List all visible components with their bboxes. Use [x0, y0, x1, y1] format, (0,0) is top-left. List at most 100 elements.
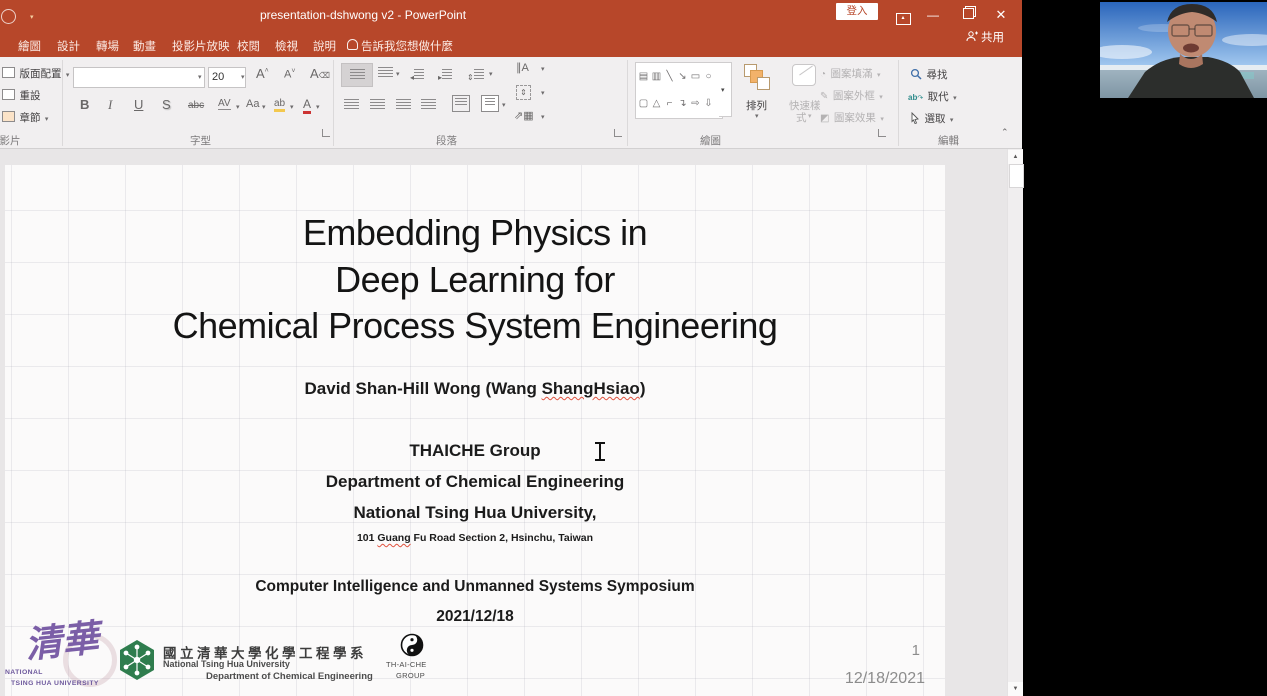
tab-draw[interactable]: 繪圖	[18, 38, 41, 54]
quick-access-toolbar-caret-icon[interactable]: ▾	[30, 13, 34, 21]
search-icon	[910, 68, 922, 80]
font-size-caret-icon[interactable]: ▾	[241, 73, 245, 81]
arrow-line-shape-icon[interactable]: ↘	[676, 64, 689, 89]
tab-design[interactable]: 設計	[57, 38, 80, 54]
font-name-combo[interactable]	[73, 67, 205, 88]
line-spacing-button[interactable]: ⇕	[467, 67, 484, 85]
reset-button[interactable]: 重設	[2, 86, 40, 104]
signin-button[interactable]: 登入	[836, 3, 878, 20]
scroll-up-button[interactable]: ▲	[1008, 150, 1023, 164]
grow-font-button[interactable]: A˄	[256, 66, 269, 81]
tab-view[interactable]: 檢視	[275, 38, 298, 54]
font-name-caret-icon[interactable]: ▾	[198, 73, 202, 81]
underline-button[interactable]: U	[134, 97, 143, 112]
section-button[interactable]: 章節 ▾	[2, 108, 48, 126]
justify-button[interactable]	[421, 99, 436, 110]
italic-button[interactable]: I	[108, 97, 112, 113]
line-spacing-caret-icon[interactable]: ▾	[489, 70, 493, 78]
text-direction-button[interactable]: ∥A	[516, 61, 529, 74]
ribbon-display-options-button[interactable]: ▴	[890, 4, 916, 26]
scroll-down-button[interactable]: ▼	[1008, 682, 1023, 696]
nthu-logo[interactable]: 清華 NATIONAL TSING HUA UNIVERSITY	[5, 623, 115, 696]
shapes-gallery-more-button[interactable]: ▾	[719, 62, 732, 117]
font-dialog-launcher[interactable]	[322, 129, 330, 137]
shape-effects-button[interactable]: ◩ 圖案效果 ▾	[820, 108, 884, 126]
tab-help[interactable]: 說明	[313, 38, 336, 54]
align-right-button[interactable]	[396, 99, 411, 110]
department-logo[interactable]: 國立清華大學化學工程學系 National Tsing Hua Universi…	[115, 635, 365, 690]
bold-button[interactable]: B	[80, 97, 89, 112]
oval-shape-icon[interactable]: ○	[702, 64, 715, 89]
highlight-color-button[interactable]: ab	[274, 98, 285, 112]
address-line[interactable]: 101 Guang Fu Road Section 2, Hsinchu, Ta…	[5, 532, 945, 544]
arrange-button[interactable]: 排列 ▾	[738, 62, 780, 126]
align-left-button[interactable]	[344, 99, 359, 110]
add-remove-columns-button[interactable]	[481, 95, 499, 112]
find-button[interactable]: 尋找	[910, 65, 947, 83]
rectangle-shape-icon[interactable]: ▭	[689, 64, 702, 89]
strikethrough-button[interactable]: abc	[188, 100, 204, 111]
replace-button[interactable]: ab↷ 取代 ▾	[908, 87, 957, 105]
font-color-caret-icon[interactable]: ▾	[316, 103, 320, 111]
elbow-arrow-shape-icon[interactable]: ↴	[676, 91, 689, 116]
columns-button[interactable]	[452, 95, 470, 112]
convert-smartart-button[interactable]: ⇗▦	[514, 109, 534, 122]
align-text-button[interactable]: ⇕	[516, 85, 531, 100]
font-color-button[interactable]: A	[303, 97, 311, 114]
numbering-button[interactable]	[378, 67, 393, 78]
text-shadow-button[interactable]: S	[162, 97, 171, 112]
character-spacing-caret-icon[interactable]: ▾	[236, 103, 240, 111]
numbering-caret-icon[interactable]: ▾	[396, 70, 400, 78]
shape-outline-button[interactable]: ✎ 圖案外框 ▾	[820, 86, 883, 104]
highlight-caret-icon[interactable]: ▾	[290, 103, 294, 111]
tab-animations[interactable]: 動畫	[133, 38, 156, 54]
molecule-hexagon-icon	[117, 638, 157, 682]
tab-review[interactable]: 校閱	[237, 38, 260, 54]
vertical-textbox-shape-icon[interactable]: ▥	[650, 64, 663, 89]
align-center-button[interactable]	[370, 99, 385, 110]
author-line[interactable]: David Shan-Hill Wong (Wang ShangHsiao)	[5, 379, 945, 399]
share-button[interactable]: 共用	[981, 29, 1004, 45]
drawing-dialog-launcher[interactable]	[878, 129, 886, 137]
columns-caret-icon[interactable]: ▾	[502, 101, 506, 109]
right-arrow-shape-icon[interactable]: ⇨	[689, 91, 702, 116]
vertical-scrollbar[interactable]: ▲ ▼	[1007, 149, 1023, 696]
text-direction-caret-icon[interactable]: ▾	[541, 65, 545, 73]
slide-title-textbox[interactable]: Embedding Physics in Deep Learning for C…	[5, 210, 945, 350]
tab-transitions[interactable]: 轉場	[96, 38, 119, 54]
line-shape-icon[interactable]: ╲	[663, 64, 676, 89]
textbox-shape-icon[interactable]: ▤	[637, 64, 650, 89]
scrollbar-thumb[interactable]	[1009, 164, 1024, 188]
bullets-button[interactable]	[341, 63, 373, 87]
clear-formatting-button[interactable]: A⌫	[310, 66, 330, 81]
increase-indent-button[interactable]: ▸	[438, 67, 452, 85]
change-case-caret-icon[interactable]: ▾	[262, 103, 266, 111]
character-spacing-button[interactable]: AV	[218, 98, 231, 110]
smartart-caret-icon[interactable]: ▾	[541, 113, 545, 121]
group-line[interactable]: THAICHE Group	[5, 441, 945, 461]
down-arrow-shape-icon[interactable]: ⇩	[702, 91, 715, 116]
layout-button[interactable]: 版面配置 ▾	[2, 64, 69, 82]
rounded-rectangle-shape-icon[interactable]: ▢	[637, 91, 650, 116]
align-text-caret-icon[interactable]: ▾	[541, 89, 545, 97]
collapse-ribbon-button[interactable]: ⌃	[1001, 127, 1009, 138]
triangle-shape-icon[interactable]: △	[650, 91, 663, 116]
shrink-font-button[interactable]: A˅	[284, 68, 295, 81]
change-case-button[interactable]: Aa	[246, 98, 259, 110]
elbow-connector-shape-icon[interactable]: ⌐	[663, 91, 676, 116]
decrease-indent-button[interactable]: ◂	[410, 67, 424, 85]
minimize-button[interactable]: —	[920, 4, 946, 26]
select-button[interactable]: 選取 ▾	[910, 109, 953, 127]
slide-canvas[interactable]: Embedding Physics in Deep Learning for C…	[5, 165, 945, 696]
shape-fill-button[interactable]: ◔ 圖案填滿 ▾	[820, 64, 880, 82]
thaiche-logo[interactable]: TH-AI-CHE GROUP	[380, 631, 440, 691]
restore-button[interactable]	[955, 4, 981, 26]
tellme-box[interactable]: 告訴我您想做什麼	[361, 38, 453, 54]
close-button[interactable]: ✕	[988, 4, 1014, 26]
paragraph-dialog-launcher[interactable]	[614, 129, 622, 137]
symposium-line[interactable]: Computer Intelligence and Unmanned Syste…	[5, 578, 945, 596]
university-line[interactable]: National Tsing Hua University,	[5, 503, 945, 523]
symposium-date-line[interactable]: 2021/12/18	[5, 608, 945, 626]
tab-slideshow[interactable]: 投影片放映	[172, 38, 230, 54]
department-line[interactable]: Department of Chemical Engineering	[5, 472, 945, 492]
